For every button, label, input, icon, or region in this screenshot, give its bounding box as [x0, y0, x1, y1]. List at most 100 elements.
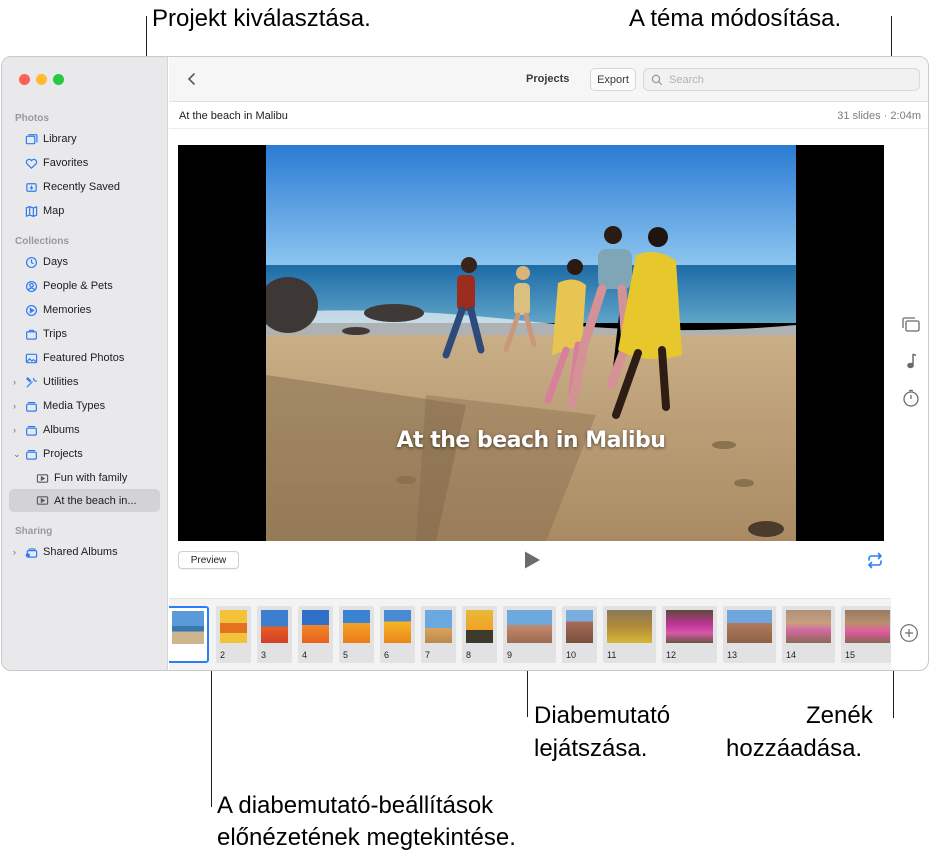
slide-viewer[interactable]: At the beach in Malibu — [178, 145, 884, 541]
add-slide-button[interactable] — [899, 623, 919, 643]
slide-thumbnail[interactable]: 3 — [257, 606, 292, 663]
person-icon — [24, 279, 38, 293]
callout-play-line2: lejátszása. — [534, 735, 648, 762]
heart-icon — [24, 156, 38, 170]
music-button[interactable] — [900, 351, 922, 371]
sidebar-item-label: Projects — [43, 448, 83, 460]
play-icon — [525, 551, 540, 569]
slide-thumbnail[interactable]: 15 — [841, 606, 891, 663]
slide-number: 11 — [607, 650, 617, 660]
callout-preview-line1: A diabemutató-beállítások — [217, 792, 494, 819]
slide-thumbnail[interactable]: 4 — [298, 606, 333, 663]
chevron-right-icon[interactable]: › — [13, 378, 21, 387]
slide-number: 2 — [220, 650, 226, 660]
sidebar-item-library[interactable]: Library — [2, 128, 168, 150]
slide-number: 3 — [261, 650, 267, 660]
thumbnail-image — [786, 610, 831, 643]
sidebar-item-shared-albums[interactable]: › Shared Albums — [2, 541, 168, 563]
slide-thumbnail[interactable]: 6 — [380, 606, 415, 663]
zoom-button[interactable] — [53, 74, 64, 85]
play-button[interactable] — [523, 550, 541, 570]
callout-select-project: Projekt kiválasztása. — [152, 5, 371, 32]
slide-title-overlay: At the beach in Malibu — [396, 428, 666, 453]
slide-thumbnail[interactable]: 14 — [782, 606, 835, 663]
search-field[interactable]: Search — [643, 68, 920, 91]
sidebar-item-favorites[interactable]: Favorites — [2, 152, 168, 174]
slide-thumbnail[interactable]: 2 — [216, 606, 251, 663]
map-icon — [24, 204, 38, 218]
preview-button[interactable]: Preview — [178, 551, 239, 569]
chevron-down-icon[interactable]: ⌄ — [13, 450, 21, 459]
stack-icon — [24, 423, 38, 437]
sidebar-item-label: At the beach in... — [54, 494, 137, 507]
sidebar-item-label: Favorites — [43, 157, 89, 169]
loop-button[interactable] — [866, 552, 884, 569]
thumbnail-image — [425, 610, 452, 643]
sidebar-item-label: Library — [43, 133, 77, 145]
thumbnail-image — [220, 610, 247, 643]
slide-number: 7 — [425, 650, 431, 660]
thumbnail-image — [261, 610, 288, 643]
sidebar-item-memories[interactable]: Memories — [2, 299, 168, 321]
slide-thumbnail[interactable]: 1 — [169, 606, 209, 663]
clock-icon — [24, 255, 38, 269]
themes-button[interactable] — [900, 315, 922, 335]
slide-number: 14 — [786, 650, 797, 660]
slide-thumbnail[interactable]: 7 — [421, 606, 456, 663]
sidebar-section-sharing: Sharing — [15, 526, 53, 537]
thumbnail-image — [343, 610, 370, 643]
sidebar-item-label: Memories — [43, 304, 92, 316]
toolbar-title: Projects — [526, 73, 570, 85]
slideshow-icon — [35, 471, 49, 485]
close-button[interactable] — [19, 74, 30, 85]
slide-thumbnail[interactable]: 13 — [723, 606, 776, 663]
sidebar-item-label: Utilities — [43, 376, 79, 388]
thumbnail-image — [302, 610, 329, 643]
callout-play-line1: Diabemutató — [534, 702, 671, 729]
sidebar-item-people-pets[interactable]: People & Pets — [2, 275, 168, 297]
sidebar-item-albums[interactable]: › Albums — [2, 419, 168, 441]
slide-thumbnail[interactable]: 10 — [562, 606, 597, 663]
chevron-right-icon[interactable]: › — [13, 548, 21, 557]
slide-number: 6 — [384, 650, 390, 660]
export-button[interactable]: Export — [590, 68, 636, 91]
slide-thumbnail[interactable]: 11 — [603, 606, 656, 663]
duration-button[interactable] — [900, 388, 922, 408]
slide-thumbnail[interactable]: 12 — [662, 606, 717, 663]
slide-number: 13 — [727, 650, 738, 660]
slide-number: 12 — [666, 650, 677, 660]
sidebar-item-map[interactable]: Map — [2, 200, 168, 222]
minimize-button[interactable] — [36, 74, 47, 85]
slide-filmstrip: 1 2 3 4 5 6 7 8 — [169, 598, 891, 670]
sidebar: Photos Library Favorites Recently Saved … — [2, 57, 168, 670]
plus-circle-icon — [900, 624, 918, 642]
back-button[interactable] — [183, 69, 201, 89]
chevron-right-icon[interactable]: › — [13, 402, 21, 411]
suitcase-icon — [24, 327, 38, 341]
sidebar-item-projects[interactable]: ⌄ Projects — [2, 443, 168, 465]
sidebar-item-featured-photos[interactable]: Featured Photos — [2, 347, 168, 369]
sidebar-item-trips[interactable]: Trips — [2, 323, 168, 345]
search-icon — [651, 74, 663, 85]
sidebar-item-media-types[interactable]: › Media Types — [2, 395, 168, 417]
chevron-right-icon[interactable]: › — [13, 426, 21, 435]
thumbnail-image — [727, 610, 772, 643]
sidebar-section-collections: Collections — [15, 236, 69, 247]
sidebar-item-at-the-beach[interactable]: At the beach in... — [9, 489, 160, 512]
sidebar-item-recently-saved[interactable]: Recently Saved — [2, 176, 168, 198]
thumbnail-image — [466, 610, 493, 643]
library-icon — [24, 132, 38, 146]
beach-photo-image — [266, 145, 796, 541]
sidebar-item-fun-with-family[interactable]: Fun with family — [2, 467, 168, 489]
slide-thumbnail[interactable]: 5 — [339, 606, 374, 663]
slide-number: 15 — [845, 650, 856, 660]
callout-music-line1: Zenék — [806, 702, 873, 729]
sidebar-item-label: Recently Saved — [43, 181, 121, 193]
slide-thumbnail[interactable]: 8 — [462, 606, 497, 663]
photos-window: Photos Library Favorites Recently Saved … — [1, 56, 929, 671]
sidebar-item-utilities[interactable]: › Utilities — [2, 371, 168, 393]
slide-thumbnail[interactable]: 9 — [503, 606, 556, 663]
sidebar-item-label: Trips — [43, 328, 68, 340]
thumbnail-image — [384, 610, 411, 643]
sidebar-item-days[interactable]: Days — [2, 251, 168, 273]
